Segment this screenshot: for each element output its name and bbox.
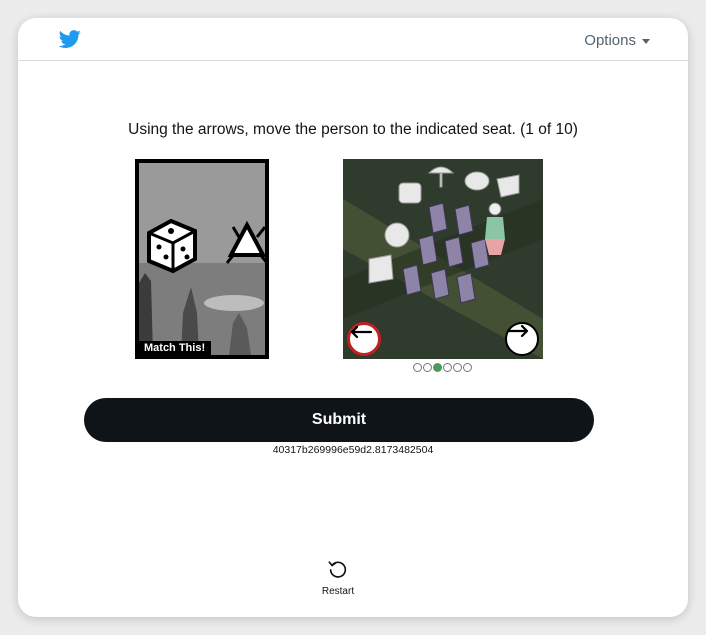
arrow-right-button[interactable] bbox=[505, 322, 539, 356]
dice-icon bbox=[147, 218, 197, 274]
arrow-left-icon bbox=[350, 325, 372, 339]
progress-dot bbox=[433, 363, 442, 372]
arrow-left-button[interactable] bbox=[347, 322, 381, 356]
arrow-right-icon bbox=[507, 324, 529, 338]
progress-dot bbox=[463, 363, 472, 372]
twitter-bird-icon bbox=[58, 30, 81, 48]
challenge-card: Options Using the arrows, move the perso… bbox=[18, 18, 688, 617]
progress-dot bbox=[423, 363, 432, 372]
match-this-label: Match This! bbox=[139, 341, 212, 355]
progress-dot bbox=[443, 363, 452, 372]
restart-icon bbox=[328, 561, 347, 578]
session-id: 40317b269996e59d2.8173482504 bbox=[272, 444, 434, 456]
submit-button[interactable]: Submit bbox=[84, 398, 594, 442]
progress-dot bbox=[413, 363, 422, 372]
options-label: Options bbox=[584, 32, 636, 49]
puzzle-image bbox=[343, 159, 543, 359]
restart-label: Restart bbox=[321, 586, 355, 597]
progress-dot bbox=[453, 363, 462, 372]
target-scene bbox=[139, 163, 265, 355]
progress-dots bbox=[413, 363, 472, 372]
top-bar: Options bbox=[18, 18, 688, 61]
target-image: Match This! bbox=[135, 159, 269, 359]
chevron-down-icon bbox=[642, 39, 650, 44]
restart-button[interactable]: Restart bbox=[313, 558, 363, 597]
instruction-text: Using the arrows, move the person to the… bbox=[128, 121, 578, 138]
options-menu[interactable]: Options bbox=[584, 32, 650, 49]
